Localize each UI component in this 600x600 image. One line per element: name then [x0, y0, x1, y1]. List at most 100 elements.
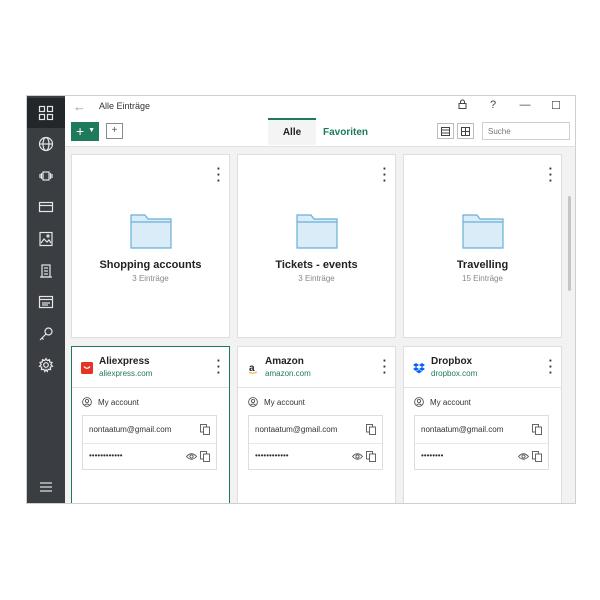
- id-card-icon: [38, 295, 54, 309]
- new-folder-button[interactable]: +: [106, 123, 123, 139]
- entry-card[interactable]: Dropbox dropbox.com · · · My account nonta…: [403, 346, 562, 503]
- sidebar-item-addresses[interactable]: [27, 256, 65, 286]
- more-options-icon[interactable]: · · ·: [549, 162, 553, 187]
- scrollbar[interactable]: [568, 196, 571, 291]
- main-area: ← Alle Einträge ? — ☐ ✕ + ▼ + Alle Favor…: [65, 96, 575, 503]
- login-row: nontaatum@gmail.com: [415, 416, 548, 444]
- more-options-icon[interactable]: · · ·: [217, 354, 221, 379]
- sidebar-menu-button[interactable]: [27, 472, 65, 502]
- more-options-icon[interactable]: · · ·: [549, 354, 553, 379]
- hamburger-icon: [40, 482, 52, 492]
- entry-name: Dropbox: [431, 356, 473, 367]
- user-icon: [248, 397, 258, 407]
- account-row: My account: [82, 397, 139, 407]
- entry-name: Amazon: [265, 356, 304, 367]
- folder-name: Travelling: [456, 259, 509, 271]
- copy-icon[interactable]: [200, 451, 210, 462]
- entry-card[interactable]: Aliexpress aliexpress.com · · · My account…: [71, 346, 230, 503]
- copy-icon[interactable]: [366, 451, 376, 462]
- sidebar-item-dashboard[interactable]: [27, 98, 65, 128]
- settings-icon: [38, 357, 54, 373]
- copy-icon[interactable]: [532, 424, 542, 435]
- eye-icon[interactable]: [518, 452, 529, 461]
- image-icon: [39, 231, 53, 247]
- account-row: My account: [248, 397, 305, 407]
- entry-header: a Amazon amazon.com · · ·: [238, 347, 395, 388]
- folder-name: Shopping accounts: [99, 259, 202, 271]
- account-row: My account: [414, 397, 471, 407]
- password-value: ••••••••: [421, 451, 444, 460]
- list-view-icon: [441, 126, 450, 136]
- tab-all[interactable]: Alle: [268, 118, 316, 145]
- key-icon: [39, 327, 53, 341]
- lock-icon[interactable]: [455, 99, 469, 112]
- add-label: +: [76, 123, 85, 139]
- sidebar-item-settings[interactable]: [27, 350, 65, 380]
- back-arrow-icon[interactable]: ←: [73, 99, 86, 114]
- folder-count: 3 Einträge: [298, 274, 335, 283]
- sidebar-item-passwords[interactable]: [27, 319, 65, 349]
- account-label: My account: [264, 397, 305, 407]
- sidebar-item-images[interactable]: [27, 224, 65, 254]
- password-row: ••••••••••••: [249, 443, 382, 470]
- minimize-button[interactable]: —: [518, 99, 532, 111]
- more-options-icon[interactable]: · · ·: [383, 162, 387, 187]
- new-folder-icon: +: [111, 125, 118, 136]
- aliexpress-logo-icon: [81, 362, 93, 374]
- login-value: nontaatum@gmail.com: [89, 425, 172, 434]
- credentials-box: nontaatum@gmail.com ••••••••••••: [82, 415, 217, 470]
- globe-icon: [38, 136, 54, 152]
- page-title: Alle Einträge: [99, 101, 151, 111]
- entry-url[interactable]: aliexpress.com: [99, 369, 152, 378]
- entry-url[interactable]: dropbox.com: [431, 369, 477, 378]
- more-options-icon[interactable]: · · ·: [217, 162, 221, 187]
- login-value: nontaatum@gmail.com: [421, 425, 504, 434]
- dropbox-logo-icon: [413, 362, 425, 374]
- tab-favorites[interactable]: Favoriten: [323, 118, 368, 145]
- entry-header: Dropbox dropbox.com · · ·: [404, 347, 561, 388]
- grid-view-icon: [461, 126, 470, 136]
- copy-icon[interactable]: [366, 424, 376, 435]
- folder-count: 3 Einträge: [132, 274, 169, 283]
- login-row: nontaatum@gmail.com: [249, 416, 382, 444]
- add-entry-button[interactable]: + ▼: [71, 122, 99, 141]
- password-row: ••••••••••••: [83, 443, 216, 470]
- maximize-button[interactable]: ☐: [549, 99, 563, 112]
- sidebar-item-websites[interactable]: [27, 129, 65, 159]
- credentials-box: nontaatum@gmail.com ••••••••••••: [248, 415, 383, 470]
- credit-card-icon: [38, 201, 54, 213]
- apps-icon: [39, 171, 53, 181]
- folder-card[interactable]: · · · Tickets - events 3 Einträge: [237, 154, 396, 338]
- copy-icon[interactable]: [200, 424, 210, 435]
- chevron-down-icon: ▼: [88, 127, 95, 134]
- app-window: ← Alle Einträge ? — ☐ ✕ + ▼ + Alle Favor…: [26, 95, 576, 504]
- folder-card[interactable]: · · · Shopping accounts 3 Einträge: [71, 154, 230, 338]
- title-bar: ← Alle Einträge ? — ☐ ✕: [65, 96, 575, 118]
- sidebar: [27, 96, 65, 503]
- eye-icon[interactable]: [352, 452, 363, 461]
- folder-icon: [296, 214, 338, 249]
- sidebar-item-apps[interactable]: [27, 161, 65, 191]
- copy-icon[interactable]: [532, 451, 542, 462]
- entry-card[interactable]: a Amazon amazon.com · · · My account nonta…: [237, 346, 396, 503]
- toolbar: + ▼ + Alle Favoriten: [65, 118, 575, 147]
- building-icon: [40, 264, 52, 278]
- amazon-logo-icon: a: [247, 362, 259, 374]
- list-view-button[interactable]: [437, 123, 454, 139]
- grid-view-button[interactable]: [457, 123, 474, 139]
- sidebar-item-cards[interactable]: [27, 192, 65, 222]
- entry-name: Aliexpress: [99, 356, 150, 367]
- account-label: My account: [430, 397, 471, 407]
- entry-url[interactable]: amazon.com: [265, 369, 311, 378]
- eye-icon[interactable]: [186, 452, 197, 461]
- login-row: nontaatum@gmail.com: [83, 416, 216, 444]
- password-row: ••••••••: [415, 443, 548, 470]
- password-value: ••••••••••••: [255, 451, 289, 460]
- login-value: nontaatum@gmail.com: [255, 425, 338, 434]
- help-button[interactable]: ?: [486, 99, 500, 111]
- more-options-icon[interactable]: · · ·: [383, 354, 387, 379]
- search-input[interactable]: [482, 122, 570, 140]
- user-icon: [82, 397, 92, 407]
- folder-card[interactable]: · · · Travelling 15 Einträge: [403, 154, 562, 338]
- sidebar-item-documents[interactable]: [27, 287, 65, 317]
